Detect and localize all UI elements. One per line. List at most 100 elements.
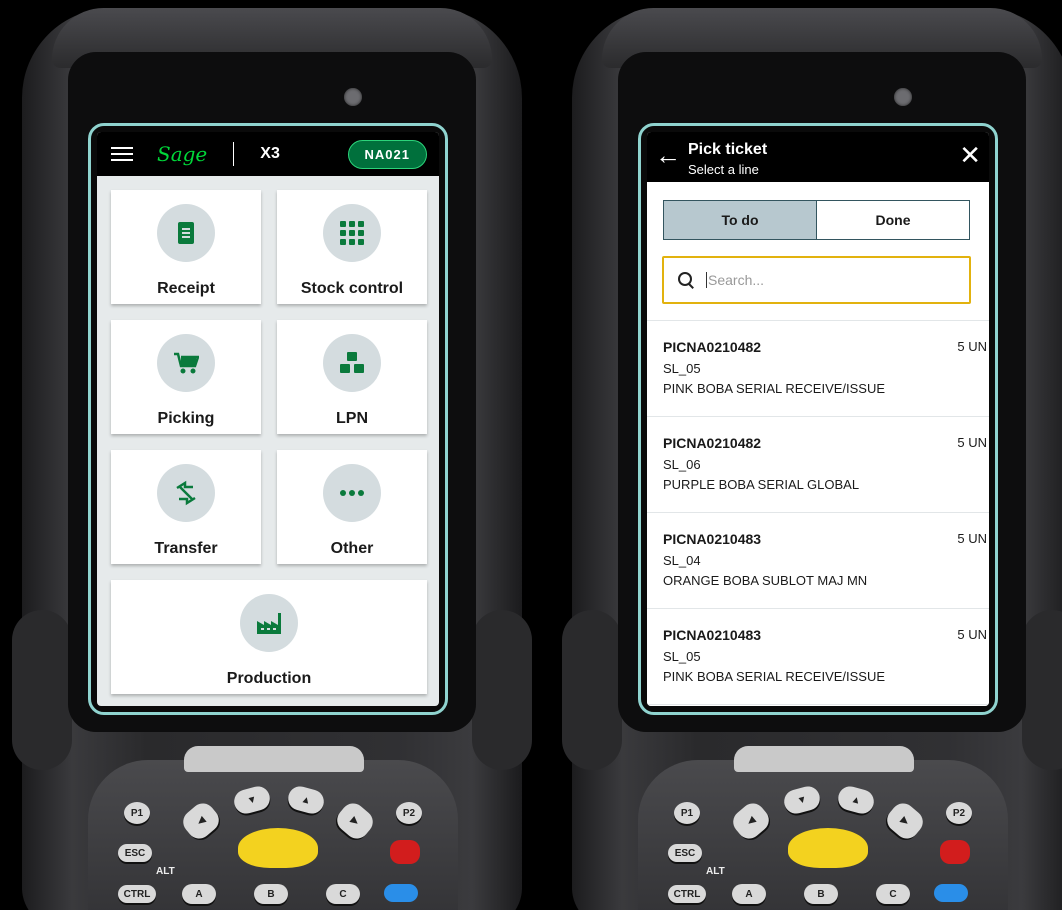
scan-trigger-key[interactable] xyxy=(788,828,868,868)
line-ref: PICNA0210482 xyxy=(663,435,762,451)
scanner-slot xyxy=(184,746,364,772)
menu-icon[interactable] xyxy=(111,143,133,165)
arrow-up-key[interactable]: ▲ xyxy=(835,783,877,817)
camera-icon xyxy=(894,88,912,106)
site-badge[interactable]: NA021 xyxy=(347,139,427,169)
line-description: ORANGE BOBA SUBLOT MAJ MN xyxy=(663,573,868,588)
key-p2[interactable]: P2 xyxy=(946,802,972,824)
side-grip xyxy=(1022,610,1062,770)
key-c[interactable]: C xyxy=(326,884,360,904)
tab-done[interactable]: Done xyxy=(817,201,969,239)
factory-icon xyxy=(240,594,298,652)
tile-label: Stock control xyxy=(300,280,404,297)
camera-icon xyxy=(344,88,362,106)
tile-transfer[interactable]: Transfer xyxy=(111,450,261,564)
power-key[interactable] xyxy=(390,840,420,864)
line-lot: SL_06 xyxy=(663,457,701,472)
receipt-icon xyxy=(157,204,215,262)
pick-ticket-screen: ← Pick ticket Select a line ✕ To do Done… xyxy=(647,132,989,706)
list-item[interactable]: PICNA0210483 SL_04 ORANGE BOBA SUBLOT MA… xyxy=(647,513,989,609)
key-esc[interactable]: ESC xyxy=(668,844,702,862)
line-ref: PICNA0210482 xyxy=(663,339,762,355)
key-ctrl[interactable]: CTRL xyxy=(668,885,706,903)
line-description: PINK BOBA SERIAL RECEIVE/ISSUE xyxy=(663,381,886,396)
alt-label: ALT xyxy=(156,866,175,877)
close-icon[interactable]: ✕ xyxy=(959,142,981,168)
key-p1[interactable]: P1 xyxy=(674,802,700,824)
keypad: P1 P2 ESC CTRL A B C ALT ◀ ▼ ▲ ▶ xyxy=(638,746,1008,910)
line-quantity: 5 UN xyxy=(957,339,987,354)
tile-label: Transfer xyxy=(154,540,218,557)
arrow-left-key[interactable]: ◀ xyxy=(178,798,224,844)
key-a[interactable]: A xyxy=(732,884,766,904)
alt-label: ALT xyxy=(706,866,725,877)
tile-receipt[interactable]: Receipt xyxy=(111,190,261,304)
keypad: P1 P2 ESC CTRL A B C ALT ◀ ▼ ▲ ▶ xyxy=(88,746,458,910)
sage-logo: Sage xyxy=(157,142,208,166)
arrow-down-key[interactable]: ▼ xyxy=(231,783,273,817)
line-lot: SL_05 xyxy=(663,649,701,664)
divider xyxy=(233,142,235,166)
key-b[interactable]: B xyxy=(804,884,838,904)
screen: Sage X3 NA021 Receipt Stock control Pick… xyxy=(88,123,448,715)
menu-screen: Sage X3 NA021 Receipt Stock control Pick… xyxy=(97,132,439,706)
pick-lines-list: PICNA0210482 SL_05 PINK BOBA SERIAL RECE… xyxy=(647,320,989,705)
line-quantity: 5 UN xyxy=(957,627,987,642)
more-icon xyxy=(323,464,381,522)
tab-to-do[interactable]: To do xyxy=(664,201,817,239)
list-item[interactable]: PICNA0210483 SL_05 PINK BOBA SERIAL RECE… xyxy=(647,609,989,705)
line-ref: PICNA0210483 xyxy=(663,627,762,643)
line-lot: SL_05 xyxy=(663,361,701,376)
right-device: ← Pick ticket Select a line ✕ To do Done… xyxy=(562,0,1062,910)
line-description: PINK BOBA SERIAL RECEIVE/ISSUE xyxy=(663,669,886,684)
page-body: To do Done PICNA0210482 SL_05 PINK BOBA … xyxy=(647,182,989,706)
key-esc[interactable]: ESC xyxy=(118,844,152,862)
line-lot: SL_04 xyxy=(663,553,701,568)
tile-lpn[interactable]: LPN xyxy=(277,320,427,434)
key-a[interactable]: A xyxy=(182,884,216,904)
power-key[interactable] xyxy=(940,840,970,864)
key-p2[interactable]: P2 xyxy=(396,802,422,824)
cart-icon xyxy=(157,334,215,392)
arrow-up-key[interactable]: ▲ xyxy=(285,783,327,817)
tile-picking[interactable]: Picking xyxy=(111,320,261,434)
screen: ← Pick ticket Select a line ✕ To do Done… xyxy=(638,123,998,715)
back-arrow-icon[interactable]: ← xyxy=(655,142,681,168)
scan-trigger-key[interactable] xyxy=(238,828,318,868)
line-quantity: 5 UN xyxy=(957,531,987,546)
search-box xyxy=(662,256,971,304)
key-b[interactable]: B xyxy=(254,884,288,904)
tile-label: Receipt xyxy=(157,280,215,297)
function-key[interactable] xyxy=(384,884,418,902)
tile-stock-control[interactable]: Stock control xyxy=(277,190,427,304)
side-grip xyxy=(472,610,532,770)
scanner-slot xyxy=(734,746,914,772)
search-input[interactable] xyxy=(706,272,946,288)
tile-other[interactable]: Other xyxy=(277,450,427,564)
tile-label: Other xyxy=(330,540,374,557)
arrow-right-key[interactable]: ▶ xyxy=(332,798,378,844)
list-item[interactable]: PICNA0210482 SL_06 PURPLE BOBA SERIAL GL… xyxy=(647,417,989,513)
page-subtitle: Select a line xyxy=(688,162,759,177)
line-ref: PICNA0210483 xyxy=(663,531,762,547)
tile-production[interactable]: Production xyxy=(111,580,427,694)
arrow-right-key[interactable]: ▶ xyxy=(882,798,928,844)
arrow-left-key[interactable]: ◀ xyxy=(728,798,774,844)
line-quantity: 5 UN xyxy=(957,435,987,450)
grid-icon xyxy=(323,204,381,262)
list-item[interactable]: PICNA0210482 SL_05 PINK BOBA SERIAL RECE… xyxy=(647,321,989,417)
key-c[interactable]: C xyxy=(876,884,910,904)
search-icon xyxy=(678,272,694,288)
function-key[interactable] xyxy=(934,884,968,902)
key-p1[interactable]: P1 xyxy=(124,802,150,824)
tile-label: LPN xyxy=(336,410,368,427)
tile-label: Picking xyxy=(157,410,215,427)
page-title: Pick ticket xyxy=(688,141,768,158)
tile-label: Production xyxy=(226,670,312,687)
product-name: X3 xyxy=(260,145,280,162)
key-ctrl[interactable]: CTRL xyxy=(118,885,156,903)
arrow-down-key[interactable]: ▼ xyxy=(781,783,823,817)
boxes-icon xyxy=(323,334,381,392)
app-bar: Sage X3 NA021 xyxy=(97,132,439,176)
status-tabs: To do Done xyxy=(663,200,970,240)
